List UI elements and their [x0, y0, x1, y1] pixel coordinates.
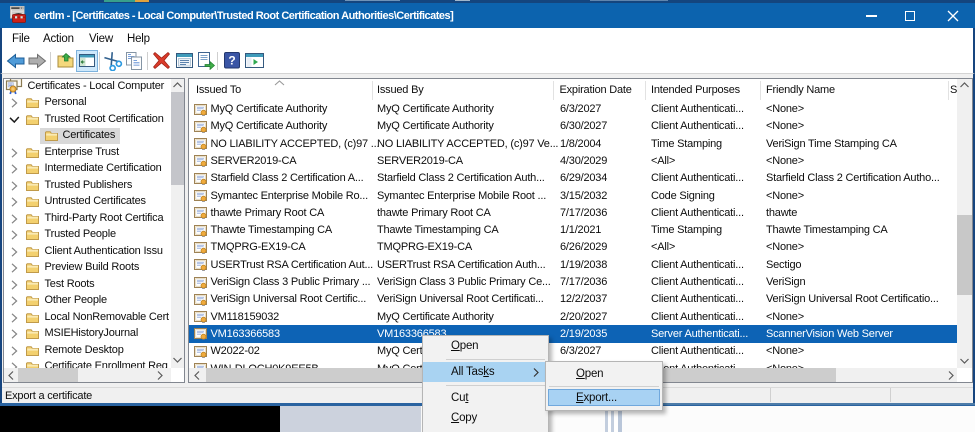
svg-text:?: ? — [228, 54, 235, 68]
